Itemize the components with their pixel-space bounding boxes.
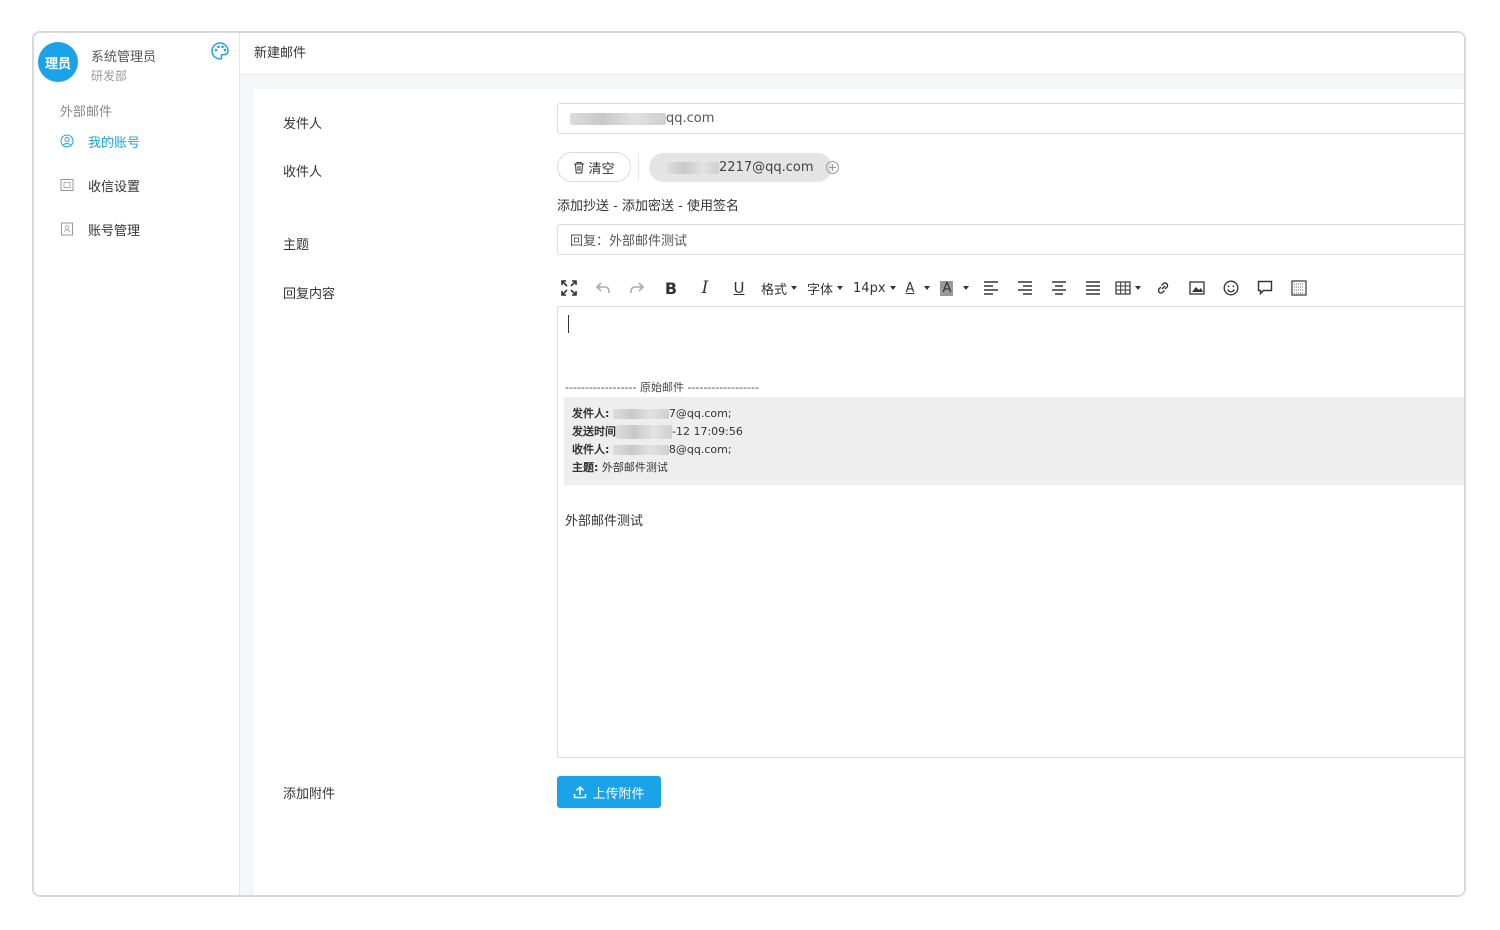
align-left-icon[interactable]	[979, 276, 1003, 300]
redacted-text	[616, 425, 672, 439]
add-recipient-icon[interactable]	[826, 161, 839, 174]
emoji-icon[interactable]	[1219, 276, 1243, 300]
font-label: 字体	[807, 282, 834, 298]
upload-icon	[574, 785, 587, 799]
quote-subject-line: 主题: 外部邮件测试	[572, 459, 1457, 477]
avatar[interactable]: 理员	[38, 42, 78, 82]
quote-subject-value: 外部邮件测试	[601, 461, 668, 474]
upload-attachment-button[interactable]: 上传附件	[557, 776, 661, 808]
comment-icon[interactable]	[1253, 276, 1277, 300]
quote-time-value: -12 17:09:56	[672, 425, 743, 438]
editor-toolbar: B I U 格式 字体 14px A A	[557, 271, 1464, 305]
user-department: 研发部	[91, 69, 128, 83]
subject-value: 回复：外部邮件测试	[570, 234, 688, 249]
redo-icon[interactable]	[625, 276, 649, 300]
subject-input[interactable]: 回复：外部邮件测试	[557, 224, 1464, 255]
reply-content-editor[interactable]: ------------------ 原始邮件 ----------------…	[557, 306, 1464, 758]
compose-options-links: 添加抄送 - 添加密送 - 使用签名	[557, 195, 739, 214]
background-color-icon: A	[940, 280, 954, 296]
recipient-label: 收件人	[283, 165, 323, 180]
palette-icon[interactable]	[210, 41, 230, 61]
user-name: 系统管理员	[91, 50, 157, 65]
compose-form: 发件人 qq.com 收件人 清空 2217@qq.com 添加抄送 - 添加密…	[254, 89, 1464, 895]
divider	[638, 153, 639, 181]
original-mail-quote: 发件人: 7@qq.com; 发送时间 -12 17:09:56 收件人: 8@q…	[564, 397, 1464, 485]
use-signature-link[interactable]: 使用签名	[687, 199, 739, 214]
font-size-dropdown[interactable]: 14px	[853, 276, 896, 300]
table-icon[interactable]	[1115, 276, 1142, 300]
quote-time-line: 发送时间 -12 17:09:56	[572, 423, 1457, 441]
text-cursor	[568, 315, 569, 333]
format-dropdown[interactable]: 格式	[761, 276, 798, 300]
source-code-icon[interactable]	[1287, 276, 1311, 300]
redacted-text	[570, 112, 666, 125]
sender-field[interactable]: qq.com	[557, 103, 1464, 134]
font-color-icon: A	[905, 280, 915, 296]
sidebar-item-label: 账号管理	[88, 223, 141, 239]
underline-icon[interactable]: U	[727, 276, 751, 300]
quote-from-value: 7@qq.com;	[668, 407, 732, 420]
quote-time-label: 发送时间	[572, 425, 616, 438]
sidebar-item-receive-settings[interactable]: 收信设置	[60, 173, 140, 197]
clear-label: 清空	[588, 161, 615, 177]
link-separator: -	[674, 199, 687, 214]
quote-to-line: 收件人: 8@qq.com;	[572, 441, 1457, 459]
quote-from-label: 发件人:	[572, 407, 610, 420]
recipient-chip[interactable]: 2217@qq.com	[649, 153, 832, 182]
sidebar: 理员 系统管理员 研发部 外部邮件 我的账号 收信设置 账号管理	[34, 33, 240, 895]
fullscreen-icon[interactable]	[557, 276, 581, 300]
original-mail-body: 外部邮件测试	[565, 514, 644, 529]
account-manage-icon	[61, 222, 73, 236]
image-icon[interactable]	[1185, 276, 1209, 300]
page-header: 新建邮件	[240, 33, 1464, 75]
sidebar-item-account-manage[interactable]: 账号管理	[60, 217, 140, 241]
bold-icon[interactable]: B	[659, 276, 683, 300]
font-color-button[interactable]: A	[906, 276, 931, 300]
content-label: 回复内容	[283, 287, 336, 302]
link-icon[interactable]	[1151, 276, 1175, 300]
inbox-settings-icon	[60, 179, 74, 191]
align-justify-icon[interactable]	[1081, 276, 1105, 300]
redacted-text	[612, 445, 669, 455]
sidebar-item-my-account[interactable]: 我的账号	[60, 129, 140, 153]
sender-label: 发件人	[283, 117, 323, 132]
undo-icon[interactable]	[591, 276, 615, 300]
main-area: 新建邮件 发件人 qq.com 收件人 清空 2217@qq.com 添加抄送 …	[240, 33, 1464, 895]
quote-to-value: 8@qq.com;	[668, 443, 732, 456]
quote-from-line: 发件人: 7@qq.com;	[572, 405, 1457, 423]
font-size-label: 14px	[853, 280, 886, 296]
app-window: 理员 系统管理员 研发部 外部邮件 我的账号 收信设置 账号管理 新建邮件 发件…	[32, 31, 1466, 897]
trash-icon	[574, 161, 585, 173]
italic-icon[interactable]: I	[693, 276, 717, 300]
attachment-label: 添加附件	[283, 787, 336, 802]
upload-label: 上传附件	[592, 786, 645, 802]
original-mail-header: ------------------ 原始邮件 ----------------…	[565, 381, 759, 394]
align-center-icon[interactable]	[1047, 276, 1071, 300]
quote-to-label: 收件人:	[572, 443, 610, 456]
add-bcc-link[interactable]: 添加密送	[622, 199, 674, 214]
background-color-button[interactable]: A	[940, 276, 970, 300]
sender-value: qq.com	[666, 111, 715, 126]
align-right-icon[interactable]	[1013, 276, 1037, 300]
redacted-text	[667, 161, 719, 174]
sidebar-section-title: 外部邮件	[60, 105, 113, 120]
sidebar-item-label: 收信设置	[88, 179, 141, 195]
subject-label: 主题	[283, 238, 310, 253]
clear-recipients-button[interactable]: 清空	[557, 152, 631, 182]
font-dropdown[interactable]: 字体	[807, 276, 844, 300]
page-title: 新建邮件	[254, 46, 307, 61]
quote-subject-label: 主题:	[572, 461, 599, 474]
add-cc-link[interactable]: 添加抄送	[557, 199, 609, 214]
sidebar-item-label: 我的账号	[88, 135, 141, 151]
user-icon	[60, 134, 74, 148]
format-label: 格式	[761, 282, 788, 298]
recipient-chip-value: 2217@qq.com	[719, 160, 814, 175]
redacted-text	[612, 409, 669, 419]
link-separator: -	[609, 199, 622, 214]
